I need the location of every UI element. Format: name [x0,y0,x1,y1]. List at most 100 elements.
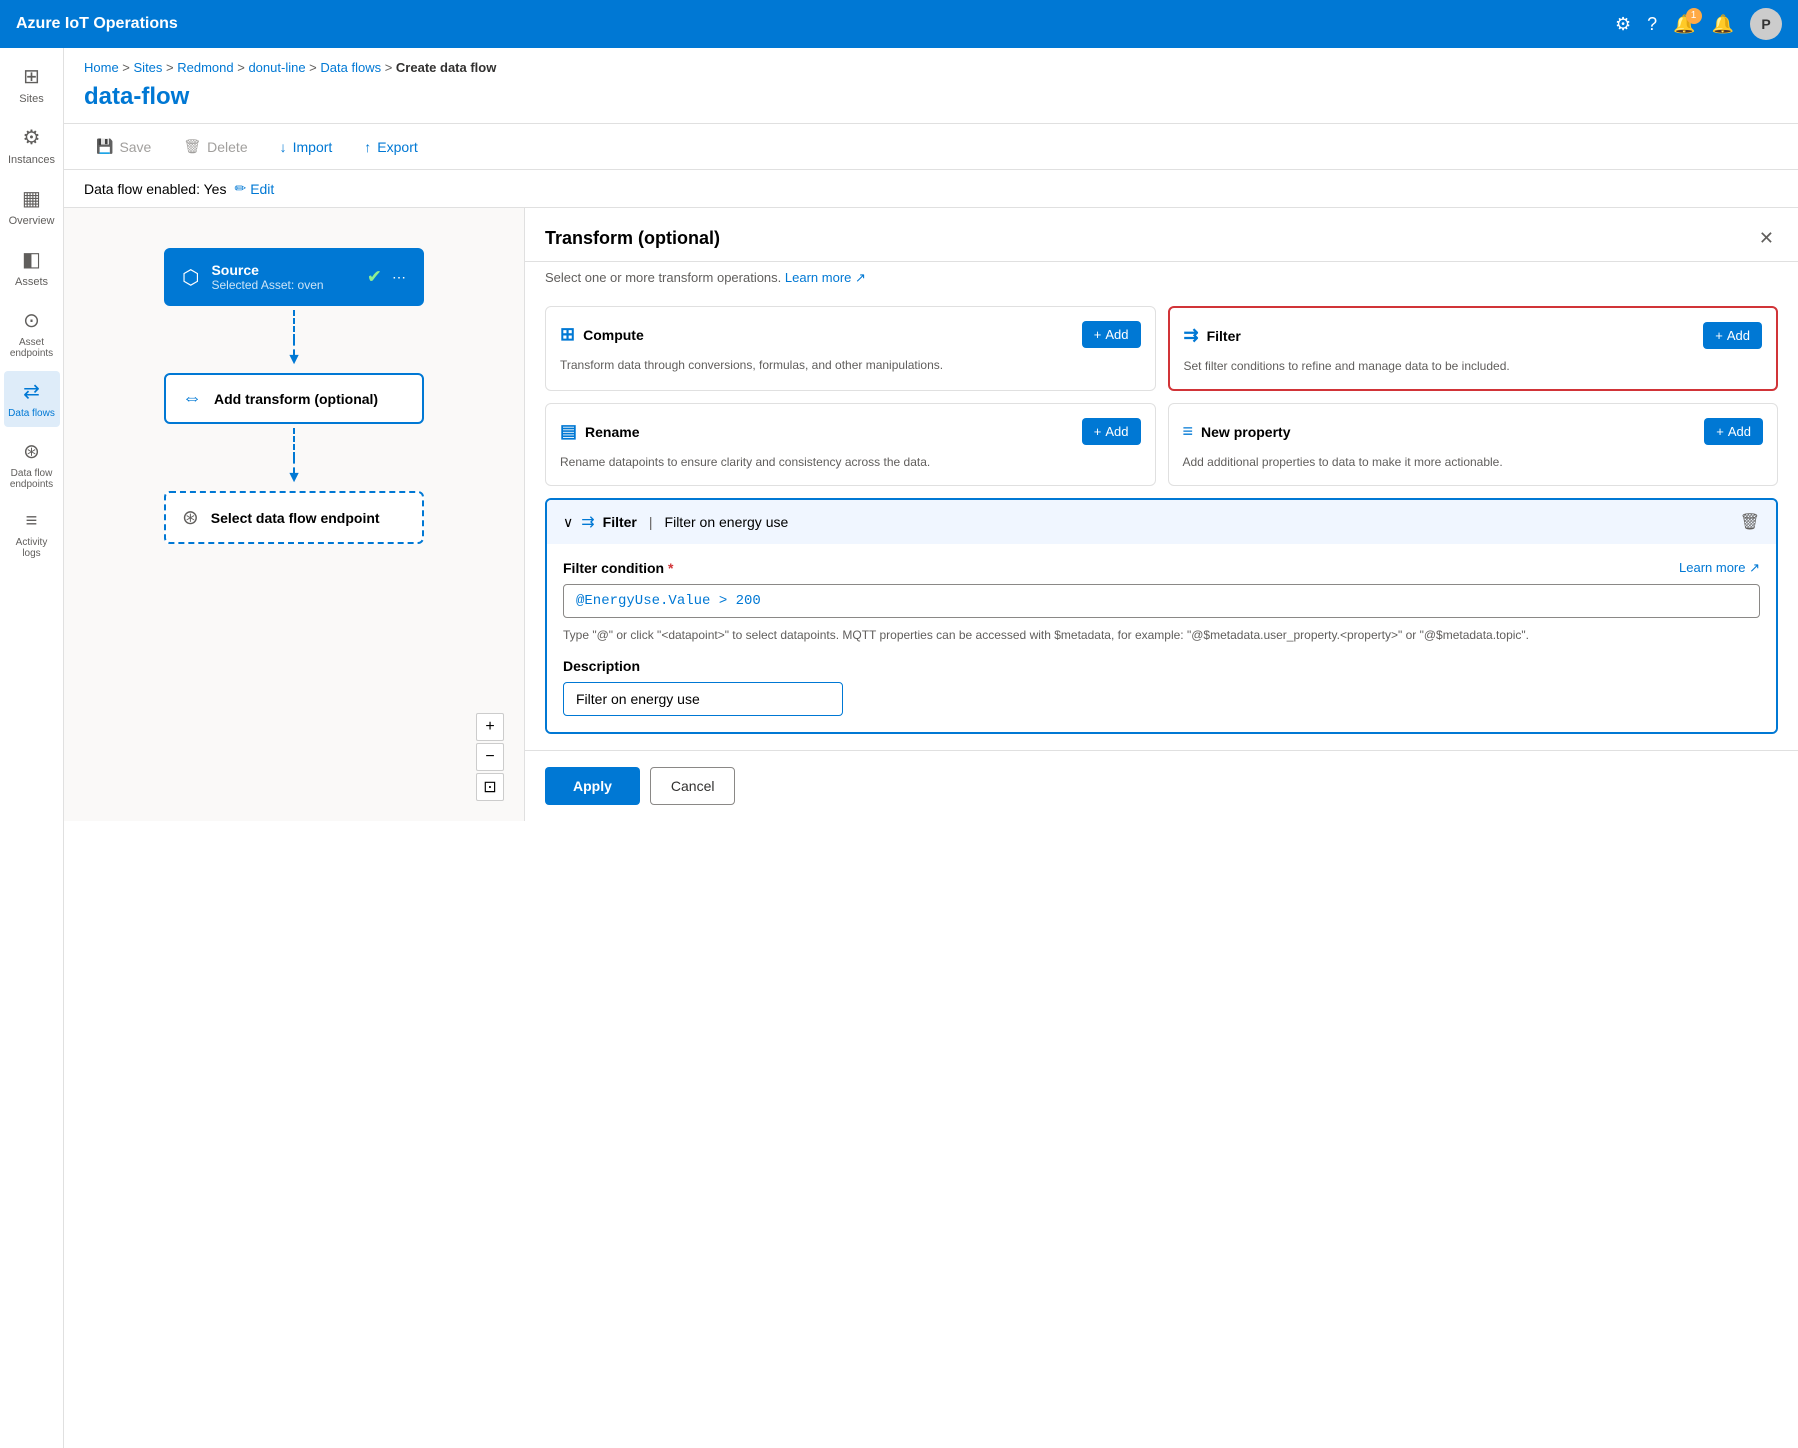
filter-section-icon: ⇉ [581,512,594,532]
help-icon[interactable]: ? [1647,14,1657,35]
sidebar-item-assets[interactable]: ◧ Assets [4,239,60,296]
breadcrumb-home[interactable]: Home [84,60,119,75]
export-icon: ↑ [364,139,371,155]
fit-button[interactable]: ⊡ [476,773,504,801]
sidebar-item-data-flow-endpoints[interactable]: ⊛ Data flow endpoints [4,431,60,498]
rename-card: ▤ Rename + Add Rename datapoints to ensu… [545,403,1156,486]
right-panel: Transform (optional) ✕ Select one or mor… [524,208,1798,821]
rename-icon: ▤ [560,421,577,442]
compute-card: ⊞ Compute + Add Transform data through c… [545,306,1156,391]
transform-grid: ⊞ Compute + Add Transform data through c… [525,294,1798,498]
learn-more-link[interactable]: Learn more ↗ [785,270,866,285]
export-button[interactable]: ↑ Export [352,133,429,161]
edit-button[interactable]: ✏ Edit [234,180,274,197]
zoom-in-button[interactable]: + [476,713,504,741]
filter-condition-input[interactable] [563,584,1760,618]
panel-subtitle: Select one or more transform operations.… [525,262,1798,294]
endpoint-node-content: Select data flow endpoint [211,510,380,526]
compute-icon: ⊞ [560,324,575,345]
endpoint-node-icon: ⊛ [182,505,199,530]
bell-icon[interactable]: 🔔 [1712,14,1734,35]
canvas-area: ⬡ Source Selected Asset: oven ⋯ ✔ ▼ [64,208,1798,821]
description-input[interactable] [563,682,843,716]
new-property-add-button[interactable]: + Add [1704,418,1763,445]
source-node-content: Source Selected Asset: oven [211,262,323,292]
connector-2: ▼ [286,428,302,487]
zoom-out-button[interactable]: − [476,743,504,771]
delete-icon: 🗑 [183,138,201,155]
compute-add-button[interactable]: + Add [1082,321,1141,348]
sidebar-item-label: Instances [8,154,55,166]
instances-icon: ⚙ [23,125,41,150]
sidebar-item-label: Overview [9,215,55,227]
notifications-icon[interactable]: 🔔 1 [1673,14,1695,35]
rename-add-button[interactable]: + Add [1082,418,1141,445]
new-property-icon: ≡ [1183,421,1194,442]
delete-button[interactable]: 🗑 Delete [171,132,259,161]
filter-card: ⇉ Filter + Add Set filter conditions to … [1168,306,1779,391]
sidebar-item-overview[interactable]: ▦ Overview [4,178,60,235]
breadcrumb-sites[interactable]: Sites [134,60,163,75]
filter-card-header: ⇉ Filter + Add [1184,322,1763,349]
import-button[interactable]: ↓ Import [268,133,345,161]
description-label: Description [563,658,1760,674]
compute-card-title: ⊞ Compute [560,324,644,345]
breadcrumb-redmond[interactable]: Redmond [177,60,233,75]
activity-logs-icon: ≡ [26,510,38,533]
source-node-icon: ⬡ [182,265,199,290]
filter-delete-button[interactable]: 🗑 [1740,512,1760,532]
sidebar-item-instances[interactable]: ⚙ Instances [4,117,60,174]
plus-icon: + [1094,424,1102,439]
panel-footer: Apply Cancel [525,750,1798,821]
main-layout: ⊞ Sites ⚙ Instances ▦ Overview ◧ Assets … [0,48,1798,1448]
sidebar-item-label: Activity logs [8,537,56,559]
endpoint-node[interactable]: ⊛ Select data flow endpoint [164,491,424,544]
sidebar-item-asset-endpoints[interactable]: ⊙ Asset endpoints [4,300,60,367]
status-bar: Data flow enabled: Yes ✏ Edit [64,170,1798,208]
breadcrumb-donut-line[interactable]: donut-line [248,60,305,75]
chevron-down-icon: ∨ [563,514,573,531]
canvas-controls: + − ⊡ [476,713,504,801]
filter-learn-more-link[interactable]: Learn more ↗ [1679,560,1760,576]
arrow-icon-2: ▼ [286,469,302,487]
filter-section: ∨ ⇉ Filter | Filter on energy use 🗑 Filt… [545,498,1778,734]
filter-card-desc: Set filter conditions to refine and mana… [1184,357,1763,375]
rename-card-desc: Rename datapoints to ensure clarity and … [560,453,1141,471]
sidebar-item-data-flows[interactable]: ⇄ Data flows [4,371,60,427]
sidebar: ⊞ Sites ⚙ Instances ▦ Overview ◧ Assets … [0,48,64,1448]
transform-node[interactable]: ⇔ Add transform (optional) [164,373,424,424]
sidebar-item-activity-logs[interactable]: ≡ Activity logs [4,502,60,567]
notification-badge: 1 [1686,8,1702,24]
toolbar: 💾 Save 🗑 Delete ↓ Import ↑ Export [64,123,1798,170]
sidebar-item-label: Asset endpoints [8,337,56,359]
save-button[interactable]: 💾 Save [84,132,163,161]
filter-add-button[interactable]: + Add [1703,322,1762,349]
new-property-card: ≡ New property + Add Add additional prop… [1168,403,1779,486]
close-panel-button[interactable]: ✕ [1755,224,1778,253]
sidebar-item-sites[interactable]: ⊞ Sites [4,56,60,113]
transform-node-title: Add transform (optional) [214,391,378,407]
save-icon: 💾 [96,138,113,155]
sites-icon: ⊞ [23,64,40,89]
user-avatar[interactable]: P [1750,8,1782,40]
panel-title: Transform (optional) [545,228,720,249]
filter-section-header[interactable]: ∨ ⇉ Filter | Filter on energy use 🗑 [547,500,1776,544]
source-node[interactable]: ⬡ Source Selected Asset: oven ⋯ ✔ [164,248,424,306]
cancel-button[interactable]: Cancel [650,767,736,805]
nav-icons: ⚙ ? 🔔 1 🔔 P [1615,8,1782,40]
new-property-card-title: ≡ New property [1183,421,1291,442]
sidebar-item-label: Sites [19,93,43,105]
plus-icon: + [1716,424,1724,439]
compute-card-header: ⊞ Compute + Add [560,321,1141,348]
new-property-card-desc: Add additional properties to data to mak… [1183,453,1764,471]
connector-line-2 [293,428,295,458]
breadcrumb-data-flows[interactable]: Data flows [320,60,381,75]
rename-card-header: ▤ Rename + Add [560,418,1141,445]
filter-icon: ⇉ [1184,325,1199,346]
data-flow-status: Data flow enabled: Yes [84,181,226,197]
transform-node-content: Add transform (optional) [214,391,378,407]
edit-icon: ✏ [234,180,246,197]
apply-button[interactable]: Apply [545,767,640,805]
settings-icon[interactable]: ⚙ [1615,14,1631,35]
source-node-menu[interactable]: ⋯ [392,269,406,286]
